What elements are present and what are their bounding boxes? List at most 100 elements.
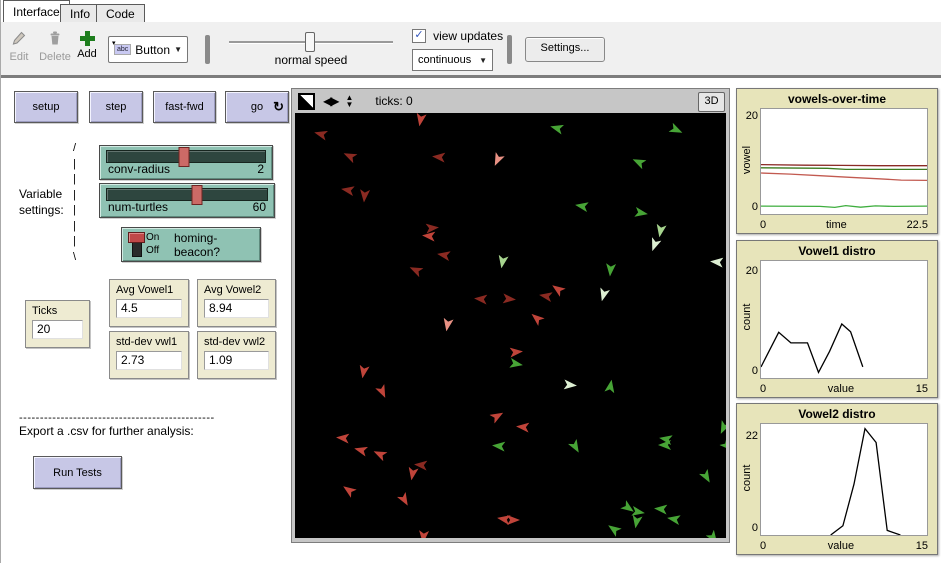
fast-fwd-button[interactable]: fast-fwd <box>153 91 216 123</box>
turtle <box>568 439 583 455</box>
turtle <box>509 358 524 370</box>
world-view: ◀▶ ▲▼ ticks: 0 3D <box>291 88 730 543</box>
edit-button[interactable]: Edit <box>3 30 35 63</box>
turtle <box>654 503 668 514</box>
export-note: Export a .csv for further analysis: <box>19 424 194 438</box>
turtle <box>706 530 722 538</box>
vertical-arrows-icon: ▲▼ <box>345 94 353 108</box>
switch-label: homing-beacon? <box>174 228 260 261</box>
update-mode-value: continuous <box>418 54 471 66</box>
x-axis-tick: 0 <box>760 540 766 552</box>
plot-area <box>760 423 928 536</box>
turtle <box>492 440 506 451</box>
checkbox-check-icon: ✓ <box>412 29 426 43</box>
speed-slider-label: normal speed <box>229 53 393 67</box>
turtle <box>313 127 328 140</box>
monitor-value: 8.94 <box>204 299 269 318</box>
slider-thumb[interactable] <box>179 147 190 167</box>
step-button[interactable]: step <box>89 91 143 123</box>
view-updates-label: view updates <box>433 29 503 43</box>
chevron-down-icon: ▼ <box>174 45 182 54</box>
slider-value: 60 <box>253 200 266 214</box>
speed-slider[interactable]: normal speed <box>229 22 393 75</box>
widget-type-dropdown[interactable]: ▾ abc Button ▼ <box>108 36 188 63</box>
tab-bar: Interface Info Code <box>1 0 941 23</box>
turtle <box>371 447 387 462</box>
x-axis-tick: 15 <box>916 540 928 552</box>
plot-area <box>760 260 928 379</box>
x-axis: 0 value 15 <box>760 383 928 395</box>
x-axis: 0 time 22.5 <box>760 219 928 231</box>
view-header: ◀▶ ▲▼ ticks: 0 3D <box>292 89 729 113</box>
go-button[interactable]: go ↻ <box>225 91 289 123</box>
turtle <box>496 255 508 270</box>
diagonal-resize-icon <box>298 93 315 110</box>
monitor-value: 1.09 <box>204 351 269 370</box>
update-mode-dropdown[interactable]: continuous ▼ <box>412 49 493 71</box>
turtle <box>436 249 451 261</box>
vowel2-distro-plot: Vowel2 distro 22 count 0 0 value 15 <box>736 403 938 555</box>
toolbar-separator <box>205 35 210 64</box>
divider-note: ----------------------------------------… <box>19 412 215 424</box>
y-axis-tick: 0 <box>739 522 758 534</box>
slider-thumb[interactable] <box>191 185 202 205</box>
edit-label: Edit <box>3 51 35 63</box>
pencil-icon <box>11 37 27 49</box>
monitor-label: std-dev vwl1 <box>116 336 182 348</box>
turtle <box>414 113 426 127</box>
x-axis-label: time <box>826 219 847 231</box>
x-axis-tick: 0 <box>760 219 766 231</box>
turtle <box>699 469 714 485</box>
monitor-label: Ticks <box>32 305 83 317</box>
turtle <box>654 224 666 239</box>
turtle <box>503 293 517 304</box>
turtle <box>597 287 610 302</box>
go-label: go <box>251 101 263 113</box>
turtle <box>516 421 530 432</box>
turtle <box>648 237 662 253</box>
variable-settings-note: Variable settings: <box>19 186 64 218</box>
delete-button[interactable]: Delete <box>35 30 75 63</box>
tab-code[interactable]: Code <box>96 4 145 23</box>
view-updates-checkbox[interactable]: ✓ view updates <box>412 29 503 43</box>
turtle <box>549 121 564 134</box>
run-tests-button[interactable]: Run Tests <box>33 456 122 489</box>
monitor-value: 20 <box>32 320 83 339</box>
homing-beacon-switch[interactable]: On Off homing-beacon? <box>121 227 261 262</box>
turtle <box>507 515 520 525</box>
3d-button[interactable]: 3D <box>698 92 725 112</box>
turtle <box>397 492 412 508</box>
add-button[interactable]: Add <box>73 30 101 60</box>
slider-label: num-turtles <box>108 200 168 214</box>
turtle <box>432 151 446 162</box>
turtle <box>658 440 671 450</box>
monitor-value: 4.5 <box>116 299 182 318</box>
num-turtles-slider[interactable]: num-turtles 60 <box>99 183 275 218</box>
horizontal-arrows-icon: ◀▶ <box>323 94 337 108</box>
turtle <box>441 318 453 333</box>
slider-label: conv-radius <box>108 162 170 176</box>
x-axis-tick: 22.5 <box>907 219 928 231</box>
tab-info[interactable]: Info <box>60 4 100 23</box>
toolbar: Edit Delete Add ▾ abc Button ▼ normal sp… <box>1 22 941 78</box>
netlogo-window: { "tabs": [ {"label": "Interface"}, {"la… <box>0 0 941 563</box>
turtle <box>375 384 390 400</box>
y-axis-tick: 20 <box>739 265 758 277</box>
turtle <box>340 482 356 498</box>
turtle <box>336 432 350 443</box>
settings-button[interactable]: Settings... <box>525 37 605 62</box>
y-axis-tick: 0 <box>739 365 758 377</box>
turtle <box>510 346 524 357</box>
speed-slider-thumb[interactable] <box>305 32 315 52</box>
monitor-label: Avg Vowel1 <box>116 284 182 296</box>
abc-widget-icon: ▾ abc <box>114 44 131 55</box>
fast-fwd-label: fast-fwd <box>165 101 204 113</box>
turtle <box>341 149 357 164</box>
setup-button[interactable]: setup <box>14 91 78 123</box>
x-axis-label: value <box>828 540 854 552</box>
conv-radius-slider[interactable]: conv-radius 2 <box>99 145 273 180</box>
switch-knob[interactable] <box>128 232 145 243</box>
avg-vowel2-monitor: Avg Vowel2 8.94 <box>197 279 276 327</box>
brace-note: / | | | | | | \ <box>73 141 76 265</box>
y-axis-tick: 22 <box>739 430 758 442</box>
